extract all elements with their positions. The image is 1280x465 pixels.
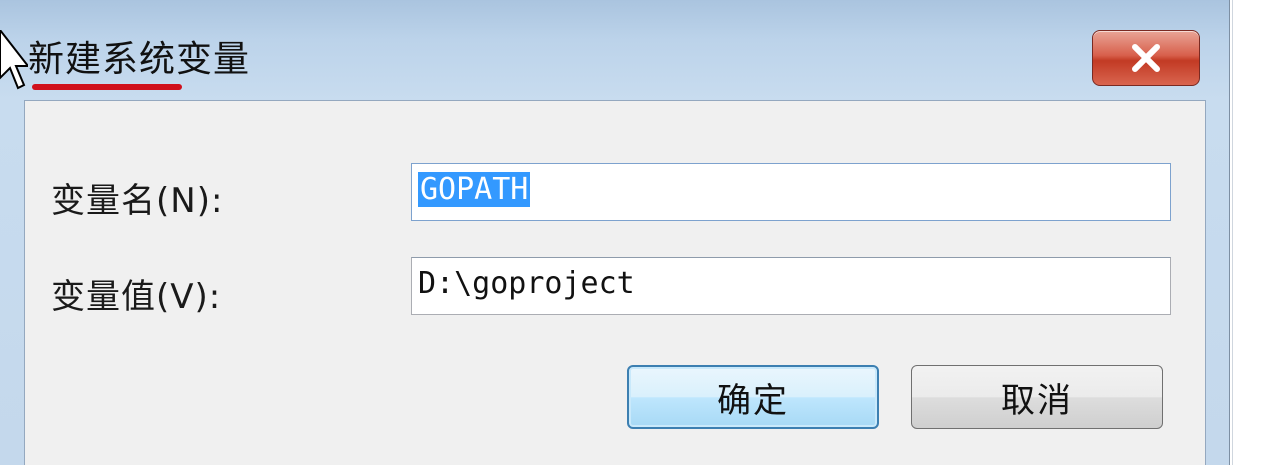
variable-name-input[interactable]: GOPATH <box>411 163 1171 221</box>
mouse-cursor-icon <box>0 30 28 90</box>
variable-name-value: GOPATH <box>418 172 531 207</box>
dialog-content: 变量名(N): GOPATH 变量值(V): D:\goproject 确定 取… <box>24 100 1206 465</box>
title-bar[interactable]: 新建系统变量 <box>0 0 1230 96</box>
variable-value-text: D:\goproject <box>418 266 635 301</box>
variable-name-label: 变量名(N): <box>51 181 224 221</box>
ok-button[interactable]: 确定 <box>627 365 879 429</box>
variable-value-input[interactable]: D:\goproject <box>411 257 1171 315</box>
dialog-window: 新建系统变量 变量名(N): GOPATH 变量值(V): D:\goproje… <box>0 0 1230 465</box>
cancel-button[interactable]: 取消 <box>911 365 1163 429</box>
close-button[interactable] <box>1092 30 1200 86</box>
dialog-title: 新建系统变量 <box>28 39 251 80</box>
close-icon <box>1132 44 1160 72</box>
title-red-underline <box>32 84 182 90</box>
variable-value-label: 变量值(V): <box>51 277 222 317</box>
background-window-edge <box>1232 0 1280 465</box>
